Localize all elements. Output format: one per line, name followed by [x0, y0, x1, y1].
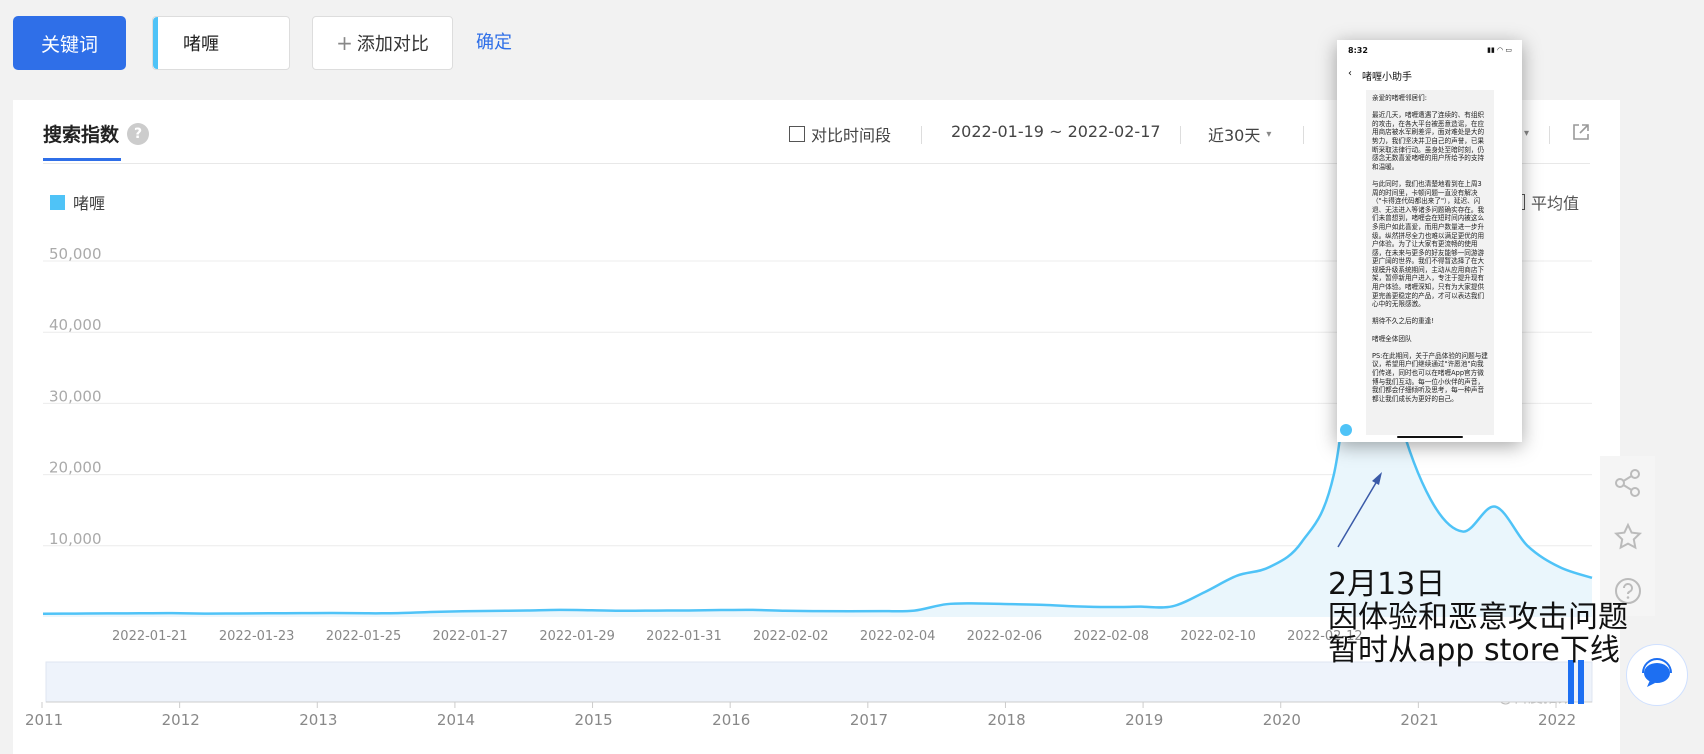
timeline-layer: 2011 2012 2013 2014 2015 2016 2017 2018 2019 2020… [25, 661, 1593, 729]
y-tick-label: 20,000 [49, 459, 102, 477]
chat-bubble-icon [1642, 658, 1672, 687]
timeline-year-label: 2018 [987, 711, 1025, 729]
x-tick-label: 2022-02-08 [1073, 629, 1149, 644]
phone-message-body: 亲爱的啫喱邻居们: 最近几天，啫喱遭遇了连续的、有组织的攻击，在各大平台被恶意造… [1366, 90, 1494, 435]
phone-nav-title: 啫喱小助手 [1362, 72, 1412, 83]
x-tick-label: 2022-02-04 [860, 629, 936, 644]
x-tick-label: 2022-01-21 [112, 629, 188, 644]
annotation-line-2: 因体验和恶意攻击问题 [1328, 600, 1628, 635]
x-tick-label: 2022-01-27 [433, 629, 509, 644]
share-icon[interactable] [1613, 468, 1643, 498]
chat-support-button[interactable] [1626, 644, 1688, 706]
timeline-year-label: 2015 [575, 711, 613, 729]
phone-nav-bar: ‹ 啫喱小助手 [1348, 68, 1412, 83]
x-tick-label: 2022-01-29 [539, 629, 615, 644]
phone-status-time: 8:32 [1348, 46, 1368, 55]
phone-status-icons: ▮▮ ◠ ▭ [1487, 46, 1512, 54]
y-tick-label: 50,000 [49, 245, 102, 263]
annotation-line-1: 2月13日 [1328, 567, 1446, 602]
timeline-year-label: 2012 [162, 711, 200, 729]
avatar [1340, 424, 1352, 436]
x-tick-label: 2022-01-25 [326, 629, 402, 644]
timeline-brush [45, 661, 1593, 703]
timeline-year-label: 2011 [25, 711, 63, 729]
x-tick-label: 2022-02-10 [1180, 629, 1256, 644]
timeline-year-label: 2021 [1400, 711, 1438, 729]
x-tick-label: 2022-02-02 [753, 629, 829, 644]
phone-home-indicator [1397, 436, 1463, 438]
timeline-year-label: 2022 [1538, 711, 1576, 729]
phone-screenshot-overlay: 8:32 ▮▮ ◠ ▭ ‹ 啫喱小助手 亲爱的啫喱邻居们: 最近几天，啫喱遭遇了… [1337, 40, 1522, 442]
timeline-year-label: 2014 [437, 711, 475, 729]
x-tick-label: 2022-02-06 [967, 629, 1043, 644]
timeline-year-label: 2013 [299, 711, 337, 729]
y-tick-layer: 10,000 20,000 30,000 40,000 50,000 [49, 245, 102, 548]
y-tick-label: 10,000 [49, 530, 102, 548]
annotation-line-3: 暂时从app store下线 [1328, 633, 1620, 668]
y-tick-label: 30,000 [49, 387, 102, 405]
back-icon: ‹ [1348, 68, 1352, 79]
timeline-year-label: 2019 [1125, 711, 1163, 729]
x-tick-label: 2022-01-31 [646, 629, 722, 644]
star-icon[interactable] [1613, 522, 1643, 552]
y-tick-label: 40,000 [49, 316, 102, 334]
annotation-text: 2月13日 因体验和恶意攻击问题 暂时从app store下线 [1328, 568, 1628, 667]
timeline-year-label: 2017 [850, 711, 888, 729]
timeline-year-label: 2016 [712, 711, 750, 729]
x-tick-label: 2022-01-23 [219, 629, 295, 644]
timeline-year-label: 2020 [1263, 711, 1301, 729]
x-tick-layer: 2022-01-21 2022-01-23 2022-01-25 2022-01-27… [112, 629, 1363, 644]
